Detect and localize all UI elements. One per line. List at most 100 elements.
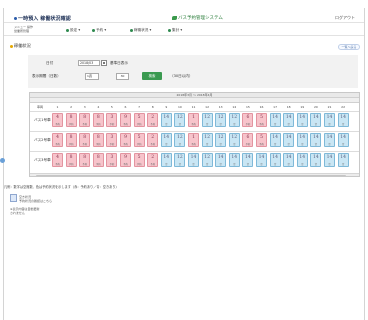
schedule-cell[interactable]: 2 予約	[147, 113, 159, 127]
schedule-cell[interactable]: 12 空	[215, 113, 227, 127]
schedule-cell[interactable]: 5 予約	[256, 133, 267, 147]
schedule-cell[interactable]: 4 予約	[52, 113, 63, 127]
schedule-cell[interactable]: 5 予約	[133, 133, 145, 147]
schedule-cell[interactable]: 14 空	[324, 153, 335, 167]
schedule-cell[interactable]: 14 空	[337, 113, 349, 127]
schedule-cell[interactable]: 8 予約	[65, 113, 77, 127]
schedule-cell[interactable]: 1 予約	[188, 133, 199, 147]
cell-status: 空	[301, 123, 304, 126]
schedule-cell[interactable]: 12 空	[174, 113, 186, 127]
schedule-cell[interactable]: 14 空	[324, 133, 335, 147]
cell-count: 14	[285, 135, 292, 140]
schedule-cell[interactable]: 14 空	[310, 133, 322, 147]
schedule-cell[interactable]: 5 予約	[256, 113, 267, 127]
schedule-cell[interactable]: 14 空	[283, 133, 295, 147]
calendar-icon[interactable]	[101, 60, 107, 66]
schedule-cell[interactable]: 14 空	[188, 153, 199, 167]
row-header: 車両	[36, 105, 43, 109]
schedule-cell[interactable]: 14 空	[269, 113, 281, 127]
schedule-cell[interactable]: 12 空	[228, 113, 240, 127]
nav-item-label: 設定	[70, 28, 78, 32]
schedule-cell[interactable]: 12 空	[228, 133, 240, 147]
horizontal-scrollbar[interactable]	[30, 173, 359, 176]
schedule-cell[interactable]: 12 空	[174, 153, 186, 167]
search-button[interactable]: 検索	[142, 72, 162, 80]
cell-status: 空	[205, 163, 209, 166]
schedule-cell[interactable]: 14 空	[310, 153, 322, 167]
schedule-cell[interactable]: 14 空	[256, 153, 267, 167]
schedule-cell[interactable]: 14 空	[296, 113, 308, 127]
schedule-cell[interactable]: 2 予約	[147, 133, 159, 147]
schedule-cell[interactable]: 6 予約	[242, 133, 254, 147]
cell-status: 予約	[109, 123, 115, 126]
schedule-cell[interactable]: 14 空	[160, 113, 172, 127]
schedule-cell[interactable]: 14 空	[269, 153, 281, 167]
legend-box-label-2[interactable]: 予約状況の確認はこちら	[19, 199, 52, 203]
schedule-cell[interactable]: 14 空	[228, 153, 240, 167]
schedule-cell[interactable]: 8 予約	[92, 113, 104, 127]
schedule-cell[interactable]: 4 予約	[52, 153, 63, 167]
schedule-cell[interactable]: 14 空	[296, 153, 308, 167]
schedule-cell[interactable]: 3 予約	[106, 113, 118, 127]
schedule-cell[interactable]: 14 空	[269, 133, 281, 147]
schedule-cell[interactable]: 3 予約	[106, 153, 118, 167]
schedule-cell[interactable]: 14 空	[160, 133, 172, 147]
schedule-cell[interactable]: 14 空	[283, 113, 295, 127]
nav-item-summary[interactable]: 集計 ▾	[168, 28, 182, 33]
schedule-cell[interactable]: 8 予約	[92, 133, 104, 147]
schedule-cell[interactable]: 14 空	[310, 113, 322, 127]
day-header: 17	[273, 105, 277, 109]
cell-count: 12	[204, 155, 210, 160]
scrollbar-thumb[interactable]	[36, 175, 346, 176]
logout-link[interactable]: ログアウト	[335, 15, 355, 21]
schedule-cell[interactable]: 3 予約	[106, 133, 118, 147]
schedule-cell[interactable]: 12 空	[201, 133, 213, 147]
schedule-cell[interactable]: 9 予約	[120, 113, 131, 127]
schedule-cell[interactable]: 8 予約	[65, 153, 77, 167]
cell-status: 空	[273, 143, 277, 146]
schedule-cell[interactable]: 1 予約	[188, 113, 199, 127]
schedule-cell[interactable]: 5 予約	[133, 113, 145, 127]
schedule-cell[interactable]: 14 空	[337, 153, 349, 167]
schedule-cell[interactable]: 14 空	[215, 153, 227, 167]
nav-item-settings[interactable]: 設定 ▾	[66, 28, 80, 33]
schedule-cell[interactable]: 14 空	[160, 153, 172, 167]
schedule-cell[interactable]: 8 予約	[79, 113, 91, 127]
schedule-cell[interactable]: 12 空	[174, 133, 186, 147]
schedule-cell[interactable]: 14 空	[242, 153, 254, 167]
schedule-cell[interactable]: 6 予約	[242, 113, 254, 127]
cell-status: 予約	[150, 143, 156, 146]
schedule-cell[interactable]: 8 予約	[79, 133, 91, 147]
cell-status: 予約	[95, 143, 101, 146]
cell-status: 予約	[191, 123, 196, 126]
schedule-cell[interactable]: 5 予約	[133, 153, 145, 167]
schedule-cell[interactable]: 14 空	[324, 113, 335, 127]
cell-count: 8	[96, 135, 100, 140]
brand-title[interactable]: 一時預入 稼働状況確認	[14, 15, 71, 22]
page: 一時預入 稼働状況確認 バス予約管理システム ログアウト メニュー 操作 営業所…	[0, 0, 368, 320]
schedule-cell[interactable]: 12 空	[201, 113, 213, 127]
schedule-cell[interactable]: 9 予約	[120, 133, 131, 147]
schedule-cell[interactable]: 4 予約	[52, 133, 63, 147]
cell-status: 空	[233, 143, 236, 146]
back-button[interactable]: 一覧へ戻る	[338, 44, 360, 50]
nav-item-status[interactable]: 稼働状況 ▾	[130, 28, 151, 33]
schedule-cell[interactable]: 14 空	[296, 133, 308, 147]
schedule-cell[interactable]: 14 空	[337, 133, 349, 147]
count-input[interactable]: 30	[116, 73, 129, 80]
date-input[interactable]: 2018/03	[78, 60, 100, 66]
schedule-cell[interactable]: 8 予約	[92, 153, 104, 167]
cell-status: 空	[165, 163, 168, 166]
schedule-cell[interactable]: 12 空	[201, 153, 213, 167]
schedule-cell[interactable]: 8 予約	[79, 153, 91, 167]
schedule-cell[interactable]: 12 空	[215, 133, 227, 147]
center-logo[interactable]: バス予約管理システム	[172, 15, 223, 21]
status-icon	[130, 28, 133, 32]
range-select[interactable]: 1週	[85, 73, 99, 80]
schedule-cell[interactable]: 8 予約	[65, 133, 77, 147]
schedule-cell[interactable]: 9 予約	[120, 153, 131, 167]
schedule-cell[interactable]: 14 空	[283, 153, 295, 167]
schedule-cell[interactable]: 2 予約	[147, 153, 159, 167]
nav-item-reservation[interactable]: 予約 ▾	[92, 28, 106, 33]
cell-count: 2	[151, 155, 155, 160]
